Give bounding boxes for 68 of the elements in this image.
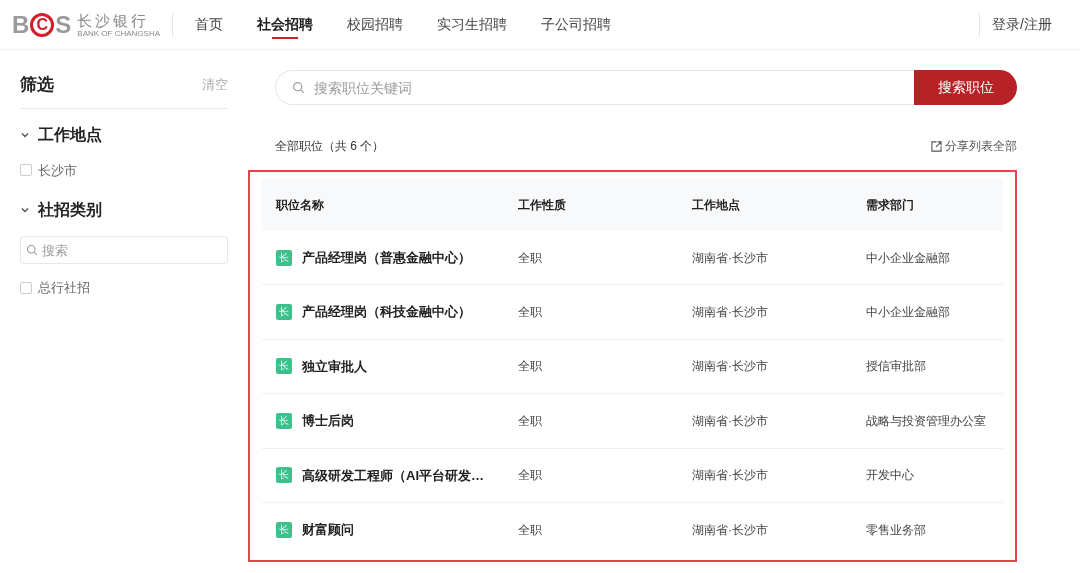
job-row[interactable]: 长 高级研发工程师（AI平台研发… 全职 湖南省·长沙市 开发中心 [262,448,1003,503]
job-location: 湖南省·长沙市 [692,412,769,430]
job-location: 湖南省·长沙市 [692,304,769,322]
job-title[interactable]: 产品经理岗（普惠金融中心） [302,247,471,268]
logo-letter: B [12,12,30,37]
filter-search-field[interactable]: 搜索 [20,236,228,264]
job-type: 全职 [518,522,543,540]
tag-badge: 长 [276,412,292,429]
job-row[interactable]: 长 产品经理岗（普惠金融中心） 全职 湖南省·长沙市 中小企业金融部 [262,231,1003,286]
job-title[interactable]: 财富顾问 [302,520,354,540]
checkbox-label[interactable]: 长沙市 [38,160,77,180]
job-department: 开发中心 [866,467,915,485]
job-type: 全职 [518,467,543,485]
filter-group-title[interactable]: 工作地点 [38,122,102,147]
job-department: 授信审批部 [866,358,927,376]
filter-group-title[interactable]: 社招类别 [38,198,102,222]
checkbox-label[interactable]: 总行社招 [38,278,90,298]
job-title[interactable]: 博士后岗 [302,411,354,431]
filter-title: 筛选 [20,74,54,96]
nav-tab[interactable]: 首页 [195,0,224,49]
search-icon [26,244,38,256]
job-title[interactable]: 产品经理岗（科技金融中心） [302,302,471,322]
logo-letter: S [55,12,72,37]
column-header: 工作性质 [518,197,567,214]
tag-badge: 长 [276,249,292,266]
logo-name: 长沙银行 [77,11,151,29]
job-location: 湖南省·长沙市 [692,358,769,376]
job-location: 湖南省·长沙市 [692,522,769,540]
column-header: 工作地点 [692,197,741,214]
checkbox[interactable] [20,164,32,177]
job-location: 湖南省·长沙市 [692,249,769,267]
job-department: 中小企业金融部 [866,249,951,267]
login-link[interactable]: 登录/注册 [992,14,1052,35]
job-search-field[interactable]: 搜索职位关键词 [275,70,914,105]
job-type: 全职 [518,412,543,430]
share-icon [931,140,942,152]
nav-tab[interactable]: 校园招聘 [347,0,404,49]
job-title[interactable]: 高级研发工程师（AI平台研发… [302,465,484,485]
nav-tab[interactable]: 社会招聘 [257,0,314,49]
tag-badge: 长 [276,467,292,484]
job-row[interactable]: 长 博士后岗 全职 湖南省·长沙市 战略与投资管理办公室 [262,394,1003,449]
nav-tab[interactable]: 实习生招聘 [437,0,508,49]
job-type: 全职 [518,304,543,322]
tag-badge: 长 [276,304,292,321]
tag-badge: 长 [276,358,292,375]
active-underline [272,37,299,39]
job-department: 中小企业金融部 [866,304,951,322]
chevron-icon[interactable] [20,205,30,215]
column-header: 职位名称 [276,197,325,214]
logo-letter: C [30,12,55,37]
job-department: 战略与投资管理办公室 [866,412,987,430]
job-department: 零售业务部 [866,522,927,540]
job-location: 湖南省·长沙市 [692,467,769,485]
job-row[interactable]: 长 产品经理岗（科技金融中心） 全职 湖南省·长沙市 中小企业金融部 [262,285,1003,340]
checkbox[interactable] [20,281,32,294]
job-title[interactable]: 独立审批人 [302,356,367,377]
logo-english: BANK OF CHANGSHA [77,28,161,38]
job-count: 全部职位（共 6 个） [275,138,385,155]
job-row[interactable]: 长 财富顾问 全职 湖南省·长沙市 零售业务部 [262,502,1003,558]
search-button[interactable]: 搜索职位 [914,70,1017,105]
job-row[interactable]: 长 独立审批人 全职 湖南省·长沙市 授信审批部 [262,339,1003,395]
share-link[interactable]: 分享列表全部 [931,137,1017,155]
search-icon [292,81,305,94]
column-header: 需求部门 [866,197,915,214]
tag-badge: 长 [276,522,292,539]
nav-tab[interactable]: 子公司招聘 [541,0,612,49]
job-type: 全职 [518,358,543,376]
job-type: 全职 [518,249,543,267]
